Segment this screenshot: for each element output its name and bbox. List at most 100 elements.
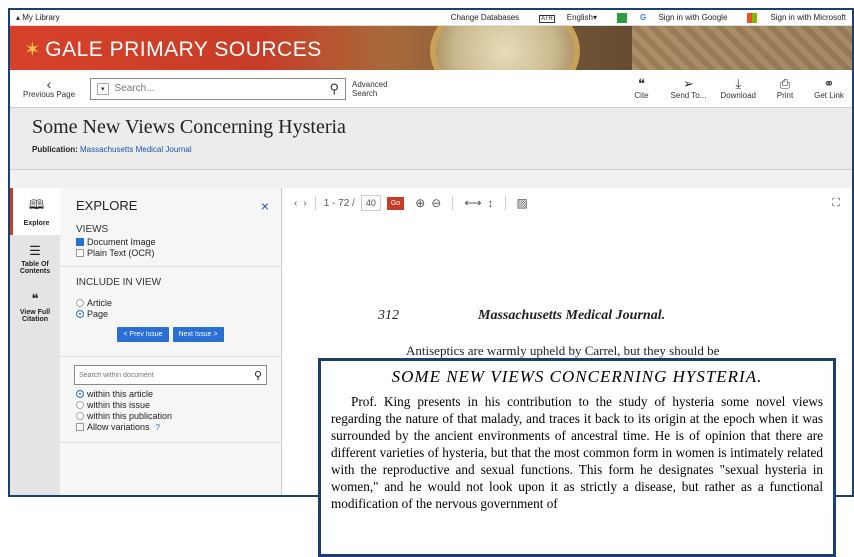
- fullscreen-icon[interactable]: ⛶: [832, 197, 840, 210]
- article-heading: SOME NEW VIEWS CONCERNING HYSTERIA.: [391, 367, 763, 386]
- include-article-radio[interactable]: Article: [76, 298, 265, 308]
- google-signin-label: Sign in with Google: [658, 13, 728, 22]
- include-label: INCLUDE IN VIEW: [76, 277, 162, 288]
- view-plain-text-checkbox[interactable]: Plain Text (OCR): [76, 248, 265, 258]
- cite-button[interactable]: ❝ Cite: [627, 76, 657, 101]
- download-button[interactable]: ⤓ Download: [720, 76, 756, 101]
- link-icon: ⚭: [823, 76, 835, 91]
- include-page-radio[interactable]: Page: [76, 309, 265, 319]
- send-icon: ➢: [683, 76, 694, 91]
- scope-publication-radio[interactable]: within this publication: [76, 411, 265, 421]
- brand-logo[interactable]: ✶ GALE PRIMARY SOURCES: [24, 37, 322, 62]
- allow-variations-label: Allow variations: [87, 422, 150, 432]
- search-icon[interactable]: ⚲: [329, 81, 339, 97]
- fit-height-icon[interactable]: ↕: [488, 196, 494, 210]
- microsoft-signin[interactable]: Sign in with Microsoft: [737, 12, 846, 23]
- microsoft-signin-label: Sign in with Microsoft: [770, 12, 846, 22]
- include-option-label: Article: [87, 298, 113, 308]
- get-link-button[interactable]: ⚭ Get Link: [814, 76, 844, 101]
- map-image: [632, 26, 852, 70]
- change-databases-link[interactable]: Change Databases: [451, 13, 520, 22]
- side-tabs: 🕮 Explore ☰ Table Of Contents ❝ View Full C…: [10, 188, 60, 495]
- page-text-line: Antiseptics are warmly upheld by Carrel,…: [406, 343, 720, 358]
- include-option-label: Page: [87, 309, 109, 319]
- send-to-label: Send To...: [670, 91, 707, 100]
- google-signin[interactable]: G Sign in with Google: [640, 13, 727, 22]
- banner: ✶ GALE PRIMARY SOURCES: [10, 26, 852, 70]
- search-input[interactable]: [114, 83, 324, 94]
- print-label: Print: [776, 91, 794, 100]
- views-label: VIEWS: [76, 224, 109, 235]
- next-issue-button[interactable]: Next Issue >: [172, 327, 224, 342]
- publication-label: Publication:: [32, 145, 78, 154]
- send-to-button[interactable]: ➢ Send To...: [670, 76, 707, 101]
- publication-line: Publication: Massachusetts Medical Journ…: [32, 145, 830, 154]
- document-search-input[interactable]: [79, 371, 254, 379]
- my-library-link[interactable]: ▴ My Library: [16, 13, 60, 22]
- fit-width-icon[interactable]: ⟷: [464, 196, 481, 210]
- image-icon[interactable]: ▨: [517, 196, 528, 210]
- download-label: Download: [720, 91, 756, 100]
- previous-page-label: Previous Page: [22, 90, 76, 99]
- scope-issue-radio[interactable]: within this issue: [76, 400, 265, 410]
- brand-text: GALE PRIMARY SOURCES: [45, 37, 322, 61]
- cite-label: Cite: [634, 91, 649, 100]
- search-type-dropdown[interactable]: ▾: [97, 82, 109, 95]
- list-icon: ☰: [29, 243, 41, 258]
- page-range: 1 - 72 /: [323, 197, 355, 209]
- zoomed-excerpt: SOME NEW VIEWS CONCERNING HYSTERIA. Prof…: [318, 358, 836, 557]
- allow-variations-checkbox[interactable]: Allow variations?: [76, 422, 265, 432]
- viewer-toolbar: ‹ › 1 - 72 / 40 Go ⊕ ⊖ ⟷ ↕ ▨ ⛶: [282, 188, 852, 218]
- chevron-left-icon[interactable]: ‹: [294, 198, 297, 209]
- article-text: Prof. King presents in his contribution …: [331, 394, 823, 511]
- download-icon: ⤓: [735, 76, 742, 91]
- explore-panel: EXPLORE × VIEWS Document Image Plain Text…: [60, 188, 282, 495]
- translate-icon: ATR: [539, 14, 555, 23]
- chevron-right-icon[interactable]: ›: [303, 198, 306, 209]
- prev-issue-button[interactable]: < Prev Issue: [117, 327, 169, 342]
- scope-article-radio[interactable]: within this article: [76, 389, 265, 399]
- cite-icon: ❝: [638, 76, 646, 91]
- publication-link[interactable]: Massachusetts Medical Journal: [80, 145, 192, 154]
- tab-toc-label: Table Of Contents: [19, 261, 51, 275]
- scope-option-label: within this issue: [87, 400, 151, 410]
- search-box: ▾ ⚲: [90, 77, 346, 100]
- view-option-label: Plain Text (OCR): [87, 248, 155, 258]
- get-link-label: Get Link: [814, 91, 844, 100]
- language-label: English: [566, 12, 593, 22]
- scope-option-label: within this article: [87, 389, 154, 399]
- tab-table-of-contents[interactable]: ☰ Table Of Contents: [10, 235, 60, 283]
- help-icon[interactable]: ?: [156, 423, 160, 432]
- view-option-label: Document Image: [87, 237, 156, 247]
- document-header: Some New Views Concerning Hysteria Publi…: [10, 108, 852, 170]
- tab-explore[interactable]: 🕮 Explore: [10, 188, 60, 235]
- document-search-box: ⚲: [74, 365, 267, 385]
- tab-citation-label: View Full Citation: [19, 309, 51, 323]
- view-document-image-checkbox[interactable]: Document Image: [76, 237, 265, 247]
- zoom-out-icon[interactable]: ⊖: [431, 196, 441, 210]
- document-title: Some New Views Concerning Hysteria: [32, 116, 346, 138]
- compass-image: [430, 26, 580, 70]
- previous-page-button[interactable]: ‹ Previous Page: [18, 76, 80, 99]
- document-tools: ❝ Cite ➢ Send To... ⤓ Download ⎙ Print ⚭ Get …: [613, 76, 844, 101]
- print-icon: ⎙: [779, 76, 791, 91]
- advanced-search-link[interactable]: Advanced Search: [352, 80, 392, 98]
- language-selector[interactable]: ATR English▾: [529, 13, 597, 23]
- go-button[interactable]: Go: [386, 196, 405, 210]
- chevron-left-icon: ‹: [46, 76, 52, 92]
- tab-explore-label: Explore: [23, 220, 50, 227]
- journal-heading: Massachusetts Medical Journal.: [478, 308, 666, 323]
- page-number: 312: [378, 308, 399, 323]
- page-number-input[interactable]: 40: [360, 195, 381, 211]
- tab-view-full-citation[interactable]: ❝ View Full Citation: [10, 283, 60, 331]
- print-button[interactable]: ⎙ Print: [770, 76, 800, 101]
- close-icon[interactable]: ×: [261, 198, 269, 214]
- zoom-in-icon[interactable]: ⊕: [415, 196, 425, 210]
- scope-option-label: within this publication: [87, 411, 173, 421]
- gale-star-icon: ✶: [24, 39, 42, 61]
- quote-icon: ❝: [31, 291, 39, 306]
- search-icon[interactable]: ⚲: [254, 369, 262, 382]
- top-bar: ▴ My Library Change Databases ATR English…: [10, 10, 852, 26]
- explore-heading: EXPLORE: [76, 198, 138, 213]
- accessibility-icon[interactable]: [607, 12, 630, 23]
